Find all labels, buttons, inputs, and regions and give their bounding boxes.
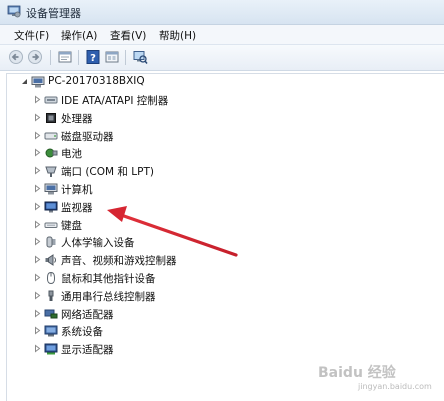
collapsed-arrow-icon[interactable] (33, 113, 42, 122)
tree-item-label: 系统设备 (61, 326, 103, 339)
disk-drive-icon (44, 132, 58, 140)
device-manager-icon (7, 5, 21, 18)
expanded-arrow-icon[interactable] (20, 77, 29, 86)
device-tree-pane: PC-20170318BXIQ IDE ATA/ATAPI 控制器 处理器磁盘驱动… (0, 71, 444, 401)
collapsed-arrow-icon[interactable] (33, 291, 42, 300)
ide-controller-icon (44, 96, 58, 104)
collapsed-arrow-icon[interactable] (33, 237, 42, 246)
tree-item[interactable]: 端口 (COM 和 LPT) (33, 163, 273, 179)
view-icon[interactable] (104, 49, 120, 65)
help-icon[interactable]: ? (85, 49, 101, 65)
tree-item[interactable]: 电池 (33, 145, 273, 161)
tree-item-label: 电池 (61, 148, 82, 161)
collapsed-arrow-icon[interactable] (33, 326, 42, 335)
watermark-text: Baidu 经验 (318, 365, 396, 381)
tree-item[interactable]: 处理器 (33, 110, 273, 126)
svg-text:?: ? (90, 53, 96, 64)
tree-item-label: 声音、视频和游戏控制器 (61, 255, 177, 268)
tree-item-label: 处理器 (61, 112, 93, 125)
tree-item-label: 磁盘驱动器 (61, 130, 114, 143)
collapsed-arrow-icon[interactable] (33, 131, 42, 140)
computer-icon (31, 76, 45, 88)
collapsed-arrow-icon[interactable] (33, 202, 42, 211)
system-device-icon (44, 325, 58, 337)
toolbar-separator (125, 50, 126, 65)
tree-item[interactable]: 系统设备 (33, 323, 273, 339)
tree-frame: PC-20170318BXIQ IDE ATA/ATAPI 控制器 处理器磁盘驱动… (6, 73, 444, 401)
menu-action[interactable]: 操作(A) (61, 28, 97, 43)
toolbar: ? (0, 45, 444, 71)
toolbar-separator (50, 50, 51, 65)
tree-item-label: IDE ATA/ATAPI 控制器 (61, 95, 169, 107)
back-icon[interactable] (8, 49, 24, 65)
properties-icon[interactable] (57, 49, 73, 65)
tree-item[interactable]: 显示适配器 (33, 341, 273, 357)
title-bar: 设备管理器 (0, 0, 444, 25)
tree-item-label: 网络适配器 (61, 308, 114, 321)
tree-root-label: PC-20170318BXIQ (48, 75, 145, 87)
tree-item-label: 人体学输入设备 (61, 237, 135, 250)
hid-icon (46, 236, 56, 248)
watermark-subtext: jingyan.baidu.com (358, 382, 432, 391)
tree-item[interactable]: 鼠标和其他指针设备 (33, 270, 273, 286)
tree-item-label: 键盘 (61, 219, 82, 232)
collapsed-arrow-icon[interactable] (33, 184, 42, 193)
forward-icon[interactable] (27, 49, 43, 65)
collapsed-arrow-icon[interactable] (33, 220, 42, 229)
tree-item-label: 监视器 (61, 201, 93, 214)
port-icon (45, 166, 57, 178)
keyboard-icon (44, 222, 58, 228)
sound-icon (45, 254, 56, 267)
collapsed-arrow-icon[interactable] (33, 95, 42, 104)
window-title: 设备管理器 (26, 7, 81, 20)
tree-item-label: 显示适配器 (61, 344, 114, 357)
display-adapter-icon (44, 343, 58, 355)
menu-file[interactable]: 文件(F) (14, 28, 49, 43)
tree-item-label: 鼠标和其他指针设备 (61, 273, 156, 285)
collapsed-arrow-icon[interactable] (33, 166, 42, 175)
tree-item[interactable]: 键盘 (33, 217, 273, 233)
watermark: Baidu 经验 jingyan.baidu.com (318, 362, 438, 396)
menu-bar: 文件(F) 操作(A) 查看(V) 帮助(H) (0, 25, 444, 45)
tree-item-label: 端口 (COM 和 LPT) (61, 166, 154, 179)
tree-root[interactable]: PC-20170318BXIQ (20, 74, 220, 90)
tree-item[interactable]: IDE ATA/ATAPI 控制器 (33, 92, 273, 108)
usb-icon (48, 290, 54, 301)
tree-item-label: 计算机 (61, 184, 93, 196)
collapsed-arrow-icon[interactable] (33, 255, 42, 264)
network-adapter-icon (44, 309, 58, 319)
tree-item[interactable]: 监视器 (33, 199, 273, 215)
scan-hardware-icon[interactable] (132, 49, 148, 65)
mouse-icon (46, 271, 56, 285)
menu-help[interactable]: 帮助(H) (159, 28, 196, 43)
tree-item-label: 通用串行总线控制器 (61, 290, 156, 303)
collapsed-arrow-icon[interactable] (33, 309, 42, 318)
tree-item[interactable]: 声音、视频和游戏控制器 (33, 252, 273, 268)
battery-icon (45, 148, 58, 158)
tree-item[interactable]: 网络适配器 (33, 306, 273, 322)
processor-icon (46, 112, 56, 123)
toolbar-separator (78, 50, 79, 65)
computer-icon (44, 183, 58, 195)
collapsed-arrow-icon[interactable] (33, 344, 42, 353)
monitor-icon (44, 201, 58, 213)
collapsed-arrow-icon[interactable] (33, 273, 42, 282)
tree-item[interactable]: 磁盘驱动器 (33, 128, 273, 144)
collapsed-arrow-icon[interactable] (33, 148, 42, 157)
tree-item[interactable]: 人体学输入设备 (33, 234, 273, 250)
menu-view[interactable]: 查看(V) (110, 28, 146, 43)
tree-item[interactable]: 通用串行总线控制器 (33, 288, 273, 304)
tree-item[interactable]: 计算机 (33, 181, 273, 197)
